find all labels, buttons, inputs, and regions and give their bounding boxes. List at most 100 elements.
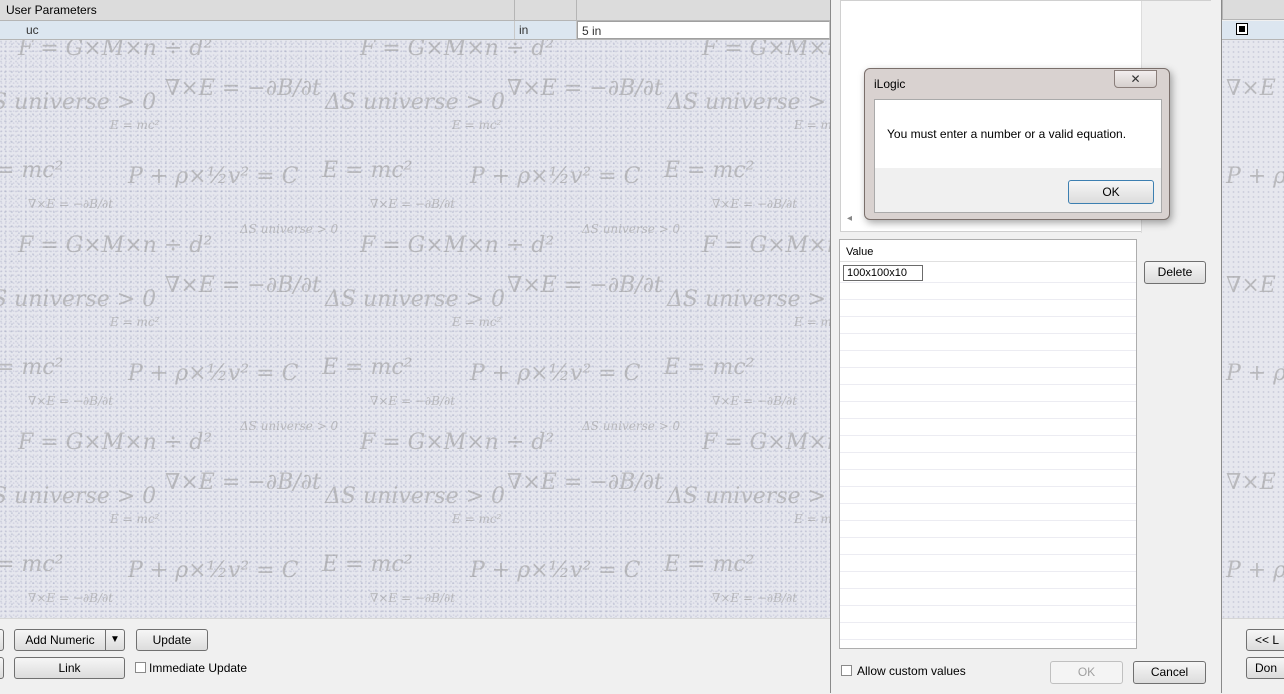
list-item[interactable] xyxy=(840,385,1136,402)
grid-header-cell xyxy=(1222,0,1284,20)
formula-entropy-small: ΔS universe > 0 xyxy=(582,419,681,433)
right-grid xyxy=(1222,0,1284,40)
list-item[interactable] xyxy=(840,470,1136,487)
formula-entropy: ΔS universe > 0 xyxy=(325,287,506,312)
formula-energy-small: E = mc² xyxy=(110,118,160,132)
update-button[interactable]: Update xyxy=(136,629,208,651)
formula-energy-small: E = mc² xyxy=(452,118,502,132)
formula-energy: = mc² xyxy=(0,355,64,380)
formula-curl-small: ∇×E = −∂B/∂t xyxy=(370,591,456,605)
list-item[interactable] xyxy=(840,538,1136,555)
list-item[interactable] xyxy=(840,334,1136,351)
list-item[interactable] xyxy=(840,487,1136,504)
list-item[interactable] xyxy=(840,521,1136,538)
grid-header-cell xyxy=(515,0,577,20)
formula-curl-small: ∇×E = −∂B/∂t xyxy=(712,591,798,605)
group-label: User Parameters xyxy=(0,0,515,20)
formula-curl: ∇×E = −∂B/∂t xyxy=(165,76,321,101)
table-row[interactable] xyxy=(1222,21,1284,40)
values-list[interactable]: Value 100x100x10 xyxy=(839,239,1137,649)
param-name-cell[interactable]: uc xyxy=(22,21,515,39)
list-item[interactable] xyxy=(840,572,1136,589)
value-input[interactable]: 100x100x10 xyxy=(843,265,923,281)
param-equation-input[interactable]: 5 in xyxy=(577,21,830,39)
cancel-button[interactable]: Cancel xyxy=(1133,661,1206,684)
table-row[interactable]: uc in 5 in xyxy=(0,21,830,40)
param-unit-cell[interactable]: in xyxy=(515,21,577,39)
formula-energy-small: E = mc² xyxy=(110,315,160,329)
delete-button[interactable]: Delete xyxy=(1144,261,1206,284)
link-label: Link xyxy=(58,661,81,675)
list-item[interactable] xyxy=(840,419,1136,436)
list-item[interactable] xyxy=(840,504,1136,521)
list-item[interactable]: 100x100x10 xyxy=(840,263,1136,283)
formula-energy-small: E = mc² xyxy=(452,315,502,329)
message-box-titlebar[interactable]: iLogic ✕ xyxy=(865,69,1169,99)
formula-curl: ∇×E = −∂B/∂t xyxy=(507,470,663,495)
formula-curl-small: ∇×E = −∂B/∂t xyxy=(712,394,798,408)
list-item[interactable] xyxy=(840,589,1136,606)
ok-button[interactable]: OK xyxy=(1050,661,1123,684)
parameters-button-bar: Add Numeric ▼ Update Link Immediate Upda… xyxy=(0,618,830,694)
formula-entropy-small: ΔS universe > 0 xyxy=(240,222,339,236)
cancel-label: Cancel xyxy=(1150,665,1189,679)
formula-energy: E = mc² xyxy=(322,552,413,577)
formula-energy: = mc² xyxy=(0,552,64,577)
list-item[interactable] xyxy=(840,623,1136,640)
immediate-update-checkbox[interactable] xyxy=(135,662,146,673)
formula-gravity: F = G×M×n ÷ d² xyxy=(18,430,213,455)
done-button[interactable]: Don xyxy=(1246,657,1284,679)
formula-bernoulli: P + ρ×½v² = C xyxy=(470,558,641,583)
right-button-bar: << L Don xyxy=(1222,618,1284,693)
add-numeric-button[interactable]: Add Numeric xyxy=(14,629,106,651)
list-item[interactable] xyxy=(840,436,1136,453)
formula-entropy: ΔS universe > 0 xyxy=(325,484,506,509)
formula-energy-small: E = mc² xyxy=(794,315,830,329)
formula-wallpaper: F = G×M×n ÷ d² F = G×M×n ÷ d² F = G×M×n … xyxy=(0,40,830,618)
partial-button[interactable] xyxy=(0,657,4,679)
formula-entropy: ΔS universe > 0 xyxy=(325,90,506,115)
formula-entropy: ΔS universe > 0 xyxy=(667,484,830,509)
formula-gravity: F = G×M×n ÷ d² xyxy=(702,40,830,61)
allow-custom-values-label: Allow custom values xyxy=(857,664,966,678)
allow-custom-values-checkbox[interactable] xyxy=(841,665,852,676)
formula-energy: E = mc² xyxy=(664,552,755,577)
immediate-update-label: Immediate Update xyxy=(149,661,248,675)
list-item[interactable] xyxy=(840,555,1136,572)
formula-gravity: F = G×M×n ÷ d² xyxy=(360,233,555,258)
formula-energy-small: E = mc² xyxy=(794,512,830,526)
right-background-window: ∇×E = −∂B/∂t P + ρ×½v² = C ∇×E = −∂B/∂t … xyxy=(1222,0,1284,693)
list-item[interactable] xyxy=(840,606,1136,623)
formula-energy: E = mc² xyxy=(322,355,413,380)
parameters-grid: User Parameters uc in 5 in xyxy=(0,0,830,40)
formula-energy-small: E = mc² xyxy=(452,512,502,526)
ok-label: OK xyxy=(1077,665,1096,679)
list-item[interactable] xyxy=(840,453,1136,470)
formula-bernoulli: P + ρ×½v² = C xyxy=(470,361,641,386)
formula-entropy: S universe > 0 xyxy=(0,484,157,509)
formula-entropy: ΔS universe > 0 xyxy=(667,287,830,312)
parameters-window: User Parameters uc in 5 in F = G×M×n ÷ d… xyxy=(0,0,830,694)
formula-curl: ∇×E = −∂B/∂t xyxy=(1226,273,1284,298)
formula-curl-small: ∇×E = −∂B/∂t xyxy=(28,591,114,605)
formula-curl: ∇×E = −∂B/∂t xyxy=(507,273,663,298)
link-button[interactable]: Link xyxy=(14,657,125,679)
list-item[interactable] xyxy=(840,402,1136,419)
close-button[interactable]: ✕ xyxy=(1114,70,1157,88)
partial-button[interactable] xyxy=(0,629,4,651)
scroll-left-icon[interactable]: ◂ xyxy=(847,213,852,224)
collapse-button[interactable]: << L xyxy=(1246,629,1284,651)
list-item[interactable] xyxy=(840,283,1136,300)
add-numeric-dropdown-button[interactable]: ▼ xyxy=(105,629,125,651)
list-item[interactable] xyxy=(840,317,1136,334)
list-item[interactable] xyxy=(840,368,1136,385)
formula-entropy: S universe > 0 xyxy=(0,287,157,312)
formula-curl: ∇×E = −∂B/∂t xyxy=(165,470,321,495)
checkbox-icon[interactable] xyxy=(1236,23,1248,35)
formula-curl: ∇×E = −∂B/∂t xyxy=(507,76,663,101)
grid-group-row[interactable]: User Parameters xyxy=(0,0,830,21)
message-ok-button[interactable]: OK xyxy=(1068,180,1154,204)
collapse-label: << L xyxy=(1255,633,1280,647)
list-item[interactable] xyxy=(840,351,1136,368)
list-item[interactable] xyxy=(840,300,1136,317)
